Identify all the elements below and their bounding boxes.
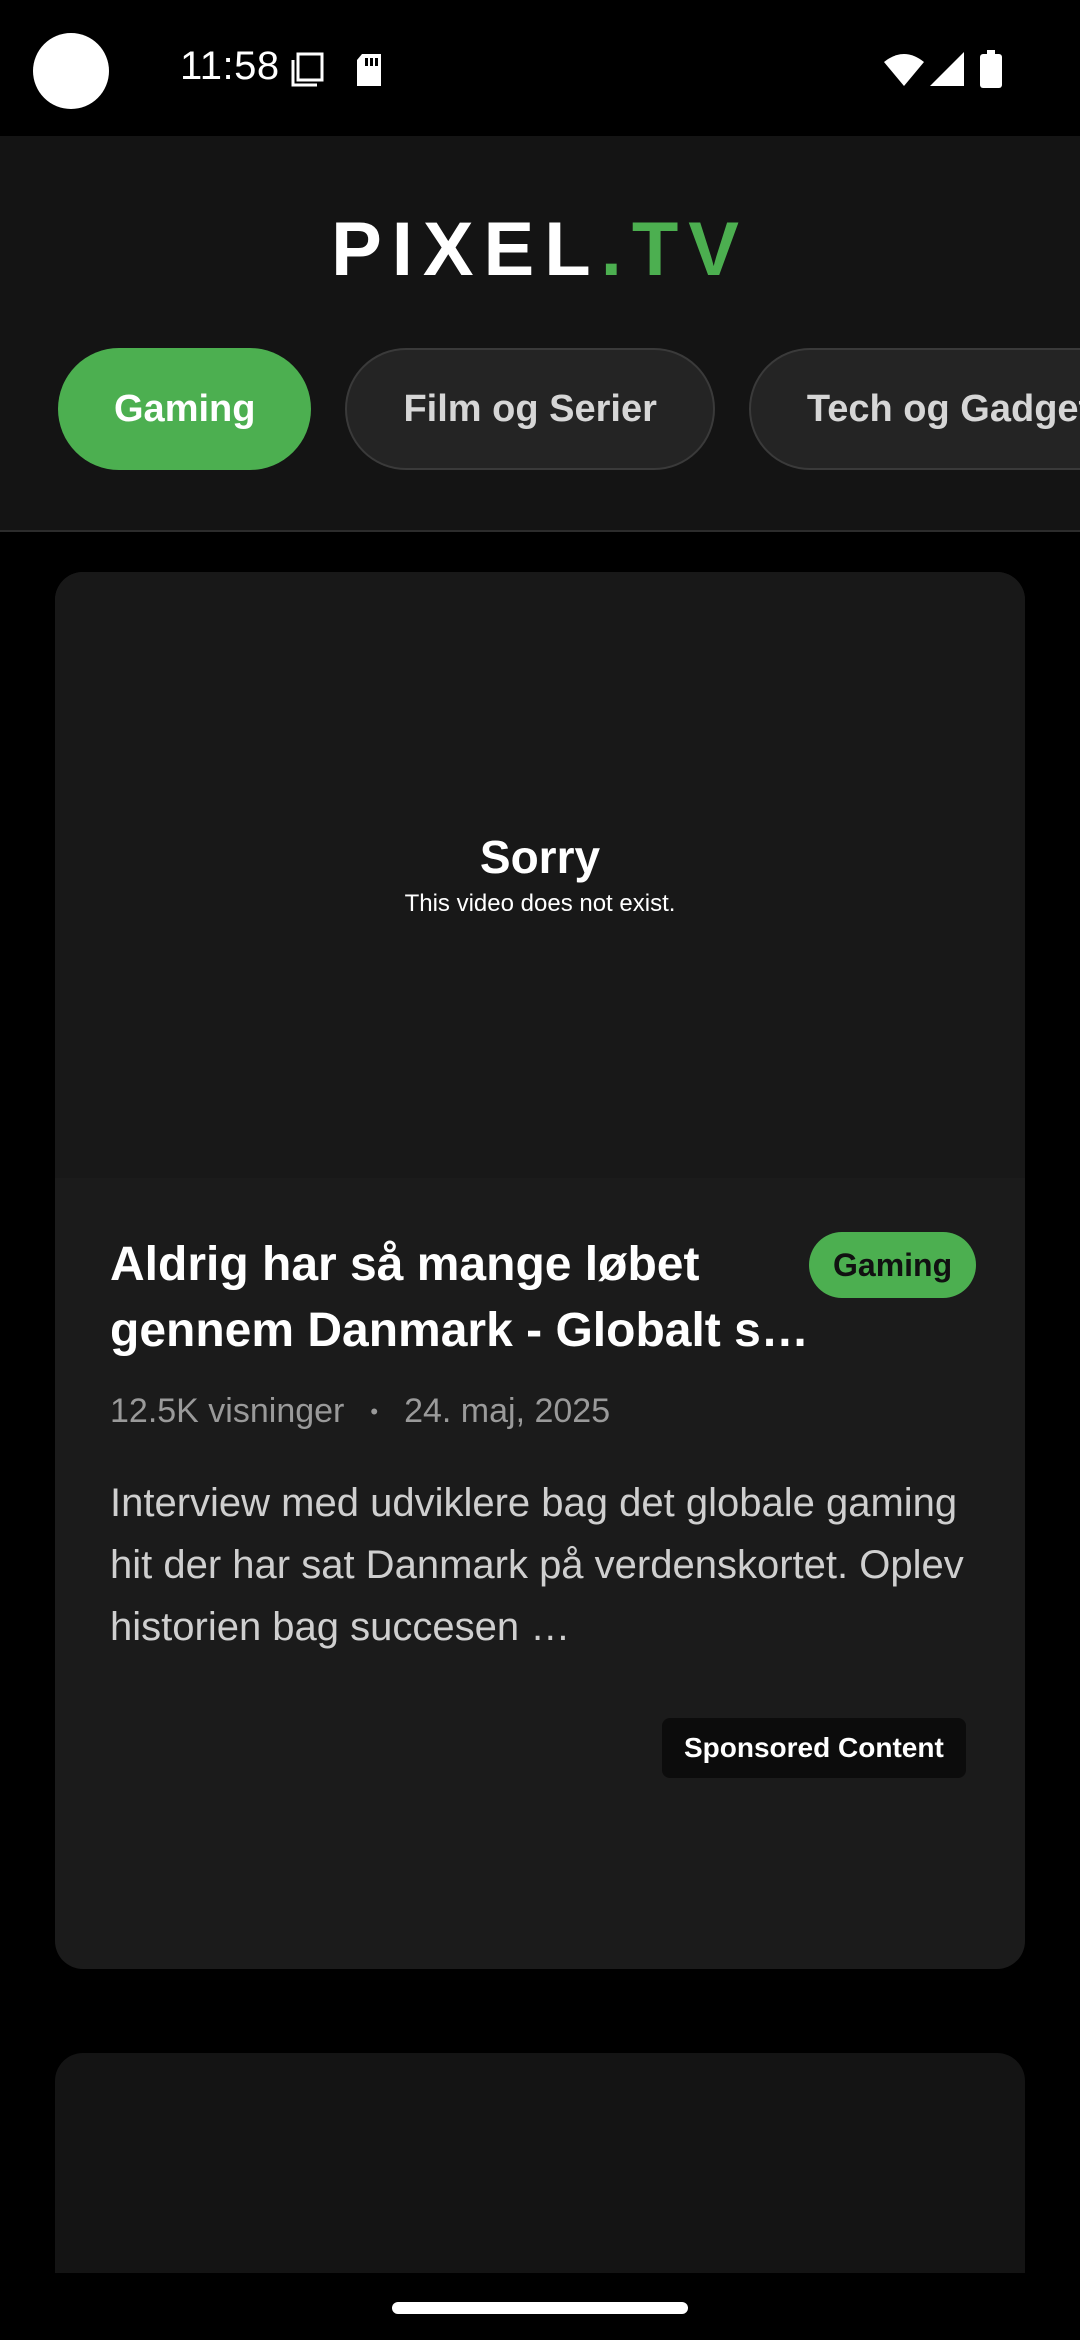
signal-icon (930, 52, 964, 86)
home-indicator[interactable] (392, 2302, 688, 2314)
video-error-title: Sorry (479, 831, 601, 883)
logo-main-text: PIXEL (331, 207, 601, 292)
sponsored-label: Sponsored Content (662, 1718, 966, 1778)
video-title[interactable]: Aldrig har så mange løbet gennem Danmark… (110, 1232, 810, 1364)
app-header: PIXEL.TV Gaming Film og Serier Tech og G… (0, 136, 1080, 532)
wifi-icon (884, 54, 924, 86)
category-tabs: Gaming Film og Serier Tech og Gadgets (58, 348, 1080, 474)
status-time: 11:58 (180, 44, 280, 88)
video-card-next[interactable] (55, 2053, 1025, 2273)
video-card[interactable]: Sorry This video does not exist. Aldrig … (55, 572, 1025, 1969)
status-bar: 11:58 (0, 0, 1080, 136)
category-badge: Gaming (809, 1232, 977, 1298)
logo-accent-text: TV (631, 207, 749, 292)
app-logo[interactable]: PIXEL.TV (0, 206, 1080, 293)
category-tab-tech-og-gadgets[interactable]: Tech og Gadgets (748, 348, 1080, 470)
sd-card-icon (357, 54, 381, 86)
video-player[interactable]: Sorry This video does not exist. (55, 572, 1025, 1178)
camera-cutout (33, 33, 109, 109)
screen: 11:58 PIXEL.TV Gaming Film og Serier Tec… (0, 0, 1080, 2340)
publish-date: 24. maj, 2025 (404, 1392, 611, 1430)
screenshot-icon (291, 52, 324, 87)
battery-icon (980, 50, 1002, 88)
video-error-subtitle: This video does not exist. (404, 890, 676, 917)
view-count: 12.5K visninger (110, 1392, 345, 1430)
category-tab-film-og-serier[interactable]: Film og Serier (345, 348, 715, 470)
video-meta: 12.5K visninger • 24. maj, 2025 (110, 1392, 610, 1431)
meta-separator: • (370, 1398, 379, 1424)
logo-dot: . (600, 207, 632, 292)
category-tab-gaming[interactable]: Gaming (58, 348, 312, 470)
video-description: Interview med udviklere bag det globale … (110, 1481, 964, 1649)
